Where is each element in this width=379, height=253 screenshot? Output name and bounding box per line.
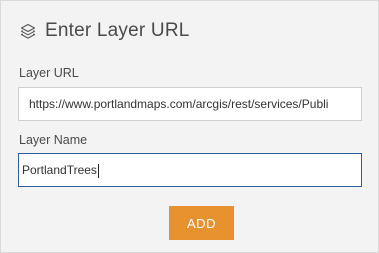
layer-name-value: PortlandTrees	[22, 163, 97, 177]
layer-name-input[interactable]: PortlandTrees	[18, 153, 362, 187]
layer-url-label: Layer URL	[19, 66, 79, 80]
panel-title: Enter Layer URL	[45, 20, 190, 41]
add-button[interactable]: ADD	[169, 206, 234, 240]
layers-icon	[19, 22, 37, 40]
panel-header: Enter Layer URL	[19, 19, 190, 43]
layer-name-label: Layer Name	[19, 133, 88, 147]
text-caret	[97, 163, 99, 178]
layer-url-input[interactable]: https://www.portlandmaps.com/arcgis/rest…	[18, 87, 362, 121]
enter-layer-url-panel: Enter Layer URL Layer URL https://www.po…	[0, 0, 379, 253]
